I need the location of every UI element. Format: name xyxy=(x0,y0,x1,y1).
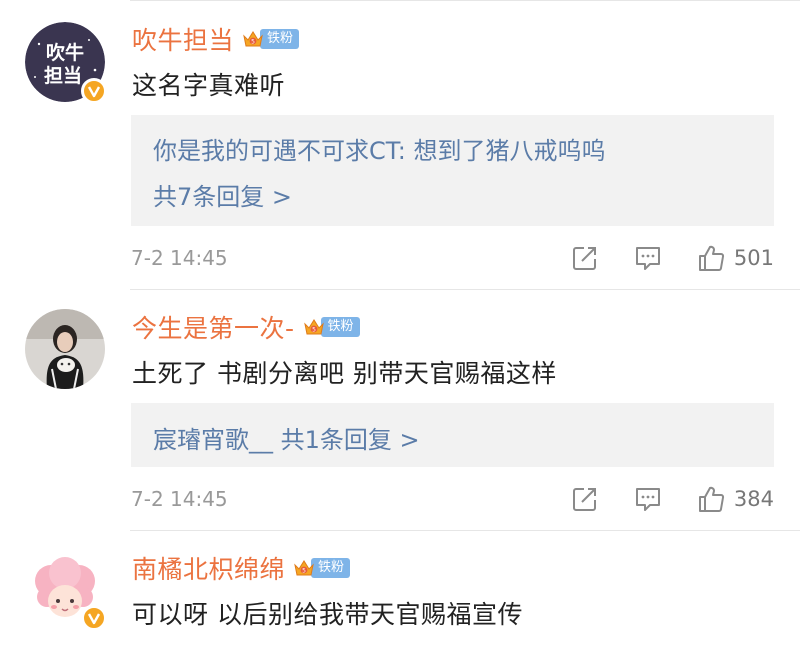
thumbs-up-icon xyxy=(698,486,724,512)
share-button[interactable] xyxy=(570,484,600,514)
name-row: 吹牛担当 5 铁粉 xyxy=(132,21,300,57)
comment-meta: 7-2 14:45 501 xyxy=(131,243,774,273)
comment-time: 7-2 14:45 xyxy=(131,246,228,270)
comment-content: 土死了 书剧分离吧 别带天官赐福这样 xyxy=(132,359,557,388)
fan-badge[interactable]: 5 铁粉 xyxy=(303,316,360,338)
share-button[interactable] xyxy=(570,243,600,273)
comment-content: 这名字真难听 xyxy=(132,71,286,100)
reply-preview-line[interactable]: 你是我的可遇不可求CT: 想到了猪八戒呜呜 xyxy=(153,131,606,166)
username[interactable]: 今生是第一次- xyxy=(132,309,295,345)
comment-button[interactable] xyxy=(633,243,663,273)
like-count: 384 xyxy=(733,487,774,511)
share-icon xyxy=(572,488,596,511)
divider xyxy=(130,530,800,531)
svg-text:吹牛: 吹牛 xyxy=(46,41,84,64)
divider xyxy=(130,289,800,290)
share-icon xyxy=(572,247,596,270)
fan-badge[interactable]: 5 铁粉 xyxy=(242,28,300,50)
thumbs-up-icon xyxy=(698,245,724,271)
comment-meta: 7-2 14:45 384 xyxy=(131,484,774,514)
avatar[interactable] xyxy=(25,309,105,389)
svg-text:5: 5 xyxy=(251,39,255,46)
svg-text:5: 5 xyxy=(312,327,316,334)
comment-content: 可以呀 以后别给我带天官赐福宣传 xyxy=(132,600,523,629)
comment-button[interactable] xyxy=(633,484,663,514)
verified-v-icon xyxy=(81,78,107,104)
like-button[interactable]: 501 xyxy=(696,243,774,273)
like-count: 501 xyxy=(733,246,774,270)
avatar[interactable] xyxy=(25,549,107,631)
comment-icon xyxy=(635,488,660,511)
like-button[interactable]: 384 xyxy=(696,484,774,514)
svg-text:担当: 担当 xyxy=(44,64,82,87)
username[interactable]: 吹牛担当 xyxy=(132,21,234,57)
crown-icon: 5 xyxy=(294,560,314,576)
name-row: 今生是第一次- 5 铁粉 xyxy=(132,310,360,344)
avatar[interactable]: 吹牛 担当 xyxy=(25,22,107,104)
comment-time: 7-2 14:45 xyxy=(131,487,228,511)
crown-icon: 5 xyxy=(303,319,324,335)
comment-icon xyxy=(635,247,660,270)
fan-badge-label: 铁粉 xyxy=(320,317,360,337)
view-replies-link[interactable]: 宸璿宵歌__ 共1条回复 > xyxy=(153,420,420,455)
svg-text:5: 5 xyxy=(302,568,306,575)
fan-badge[interactable]: 5 铁粉 xyxy=(293,557,351,579)
name-row: 南橘北枳绵绵 5 铁粉 xyxy=(132,550,351,586)
fan-badge-label: 铁粉 xyxy=(311,558,351,578)
view-replies-link[interactable]: 共7条回复 > xyxy=(153,177,292,212)
crown-icon: 5 xyxy=(243,31,263,47)
top-divider xyxy=(130,0,800,1)
fan-badge-label: 铁粉 xyxy=(260,29,300,49)
reply-preview-box[interactable]: 你是我的可遇不可求CT: 想到了猪八戒呜呜 共7条回复 > xyxy=(131,115,774,226)
verified-v-icon xyxy=(81,605,107,631)
reply-preview-box[interactable]: 宸璿宵歌__ 共1条回复 > xyxy=(131,403,774,467)
username[interactable]: 南橘北枳绵绵 xyxy=(132,550,285,586)
